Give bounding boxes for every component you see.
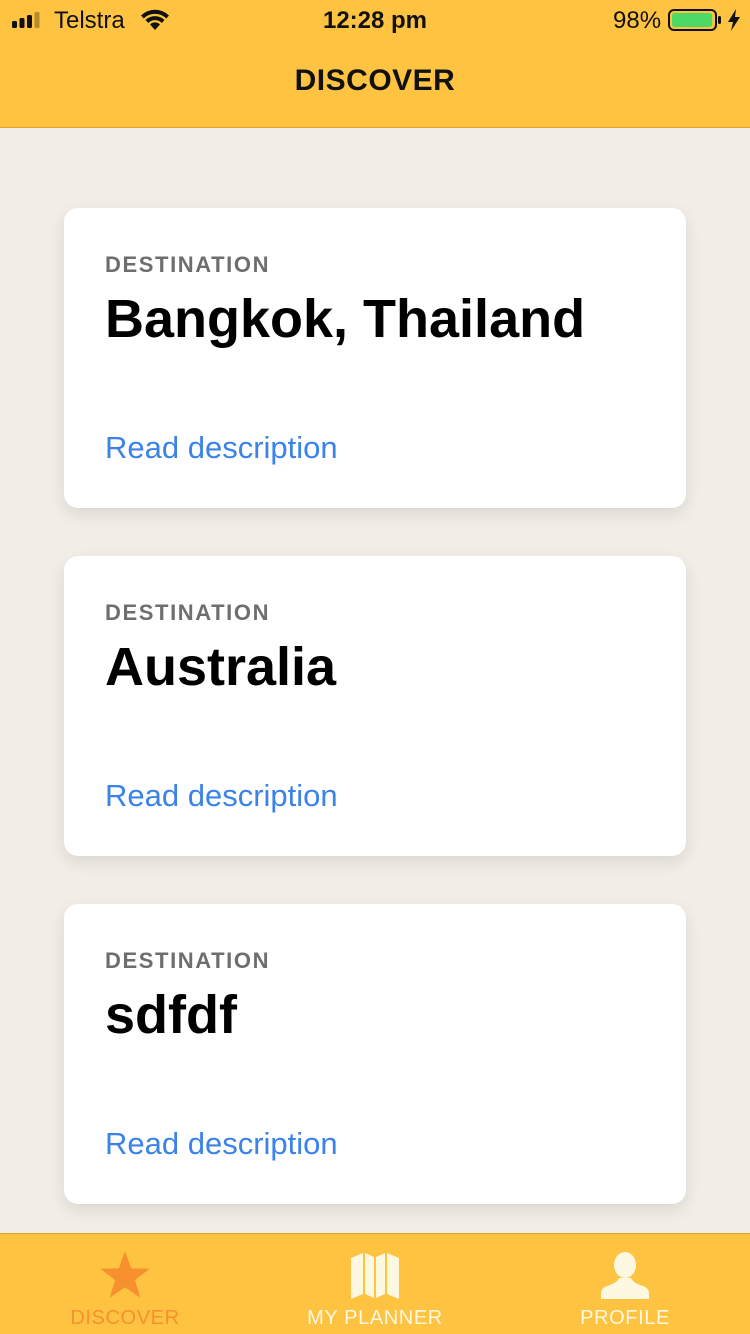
- read-description-link[interactable]: Read description: [105, 1126, 338, 1162]
- card-kicker: DESTINATION: [105, 948, 271, 973]
- tab-profile[interactable]: PROFILE: [500, 1234, 750, 1334]
- read-description-link[interactable]: Read description: [105, 430, 338, 466]
- card-kicker: DESTINATION: [105, 252, 271, 277]
- destination-card[interactable]: DESTINATION Australia Read description: [64, 556, 686, 856]
- battery-percent: 98%: [613, 7, 662, 34]
- tab-discover[interactable]: DISCOVER: [0, 1234, 250, 1334]
- map-icon: [351, 1253, 399, 1299]
- user-icon: [601, 1252, 649, 1299]
- battery-icon: [668, 9, 721, 31]
- tab-label: PROFILE: [580, 1307, 670, 1329]
- destination-title: Australia: [105, 637, 337, 697]
- tab-label: MY PLANNER: [307, 1307, 443, 1329]
- charging-bolt-icon: [728, 9, 740, 31]
- destination-title: Bangkok, Thailand: [105, 289, 586, 349]
- tab-my-planner[interactable]: MY PLANNER: [250, 1234, 500, 1334]
- page-title: DISCOVER: [294, 64, 456, 97]
- star-icon: [100, 1251, 150, 1298]
- destination-title: sdfdf: [105, 985, 237, 1045]
- tab-bar: DISCOVER MY PLANNER PROFILE: [0, 1233, 750, 1334]
- destination-card[interactable]: DESTINATION sdfdf Read description: [64, 904, 686, 1204]
- read-description-link[interactable]: Read description: [105, 778, 338, 814]
- tab-label: DISCOVER: [70, 1307, 180, 1329]
- top-bar: Telstra 12:28 pm 98% DISCOVER: [0, 0, 750, 128]
- card-kicker: DESTINATION: [105, 600, 271, 625]
- status-bar: Telstra 12:28 pm 98%: [0, 0, 750, 40]
- destination-card[interactable]: DESTINATION Bangkok, Thailand Read descr…: [64, 208, 686, 508]
